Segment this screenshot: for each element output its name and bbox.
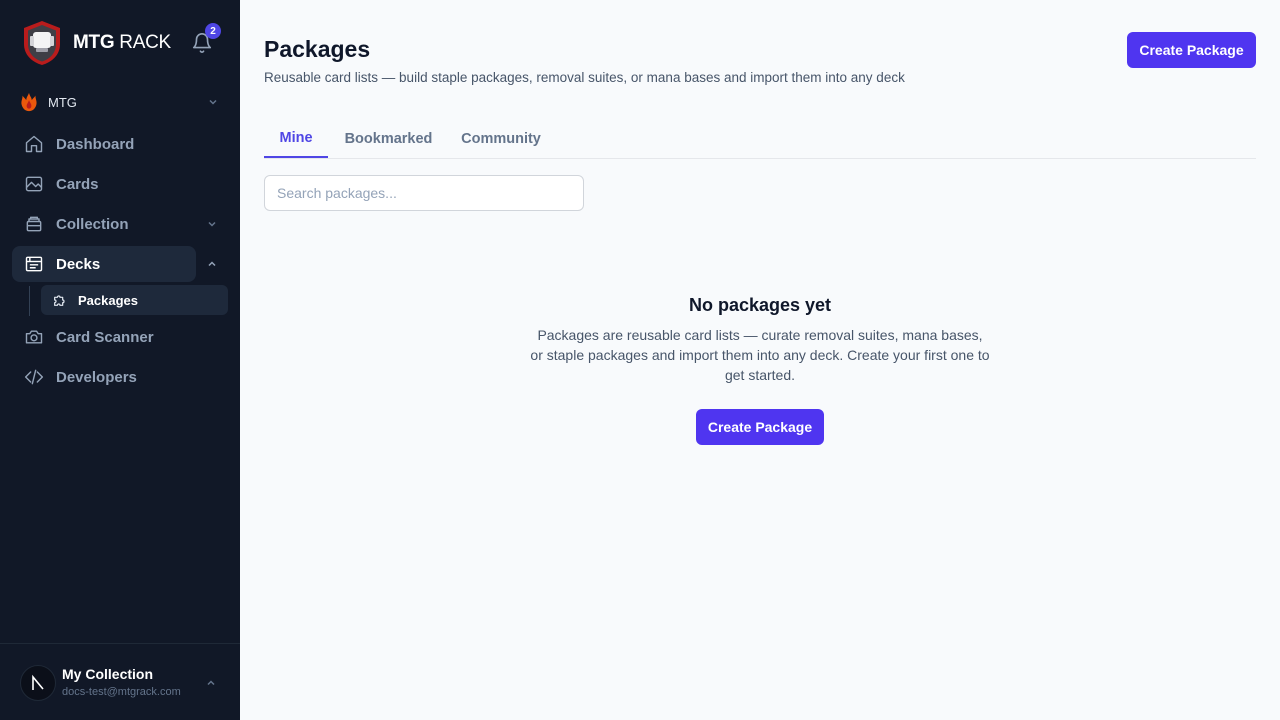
deck-icon [25, 256, 43, 272]
game-label: MTG [48, 94, 77, 110]
tab-community[interactable]: Community [460, 120, 542, 158]
page-title: Packages [264, 36, 371, 62]
page-subtitle: Reusable card lists — build staple packa… [264, 70, 905, 85]
user-section[interactable]: My Collection docs-test@mtgrack.com [0, 643, 240, 720]
sidebar-item-label: Decks [56, 255, 101, 273]
camera-icon [25, 330, 43, 344]
tabs: Mine Bookmarked Community [264, 120, 1256, 159]
sidebar-item-label: Dashboard [56, 135, 135, 153]
sidebar-item-label: Cards [56, 175, 99, 193]
avatar-glyph-icon [32, 674, 44, 690]
chevron-down-icon[interactable] [207, 219, 217, 229]
empty-state-description: Packages are reusable card lists — curat… [530, 327, 990, 383]
search-input[interactable] [264, 175, 584, 211]
sidebar-item-developers[interactable]: Developers [12, 359, 196, 395]
subnav-guide-line [29, 286, 30, 316]
user-name: My Collection [62, 666, 154, 682]
empty-create-package-button[interactable]: Create Package [696, 409, 824, 445]
sidebar-item-label: Developers [56, 368, 137, 386]
sidebar-item-cards[interactable]: Cards [12, 166, 196, 202]
chevron-up-icon[interactable] [207, 259, 217, 269]
sidebar: MTG RACK 2 MTG Dashboard Cards Collectio… [0, 0, 240, 720]
brand-name: MTG RACK [73, 32, 171, 53]
puzzle-icon [54, 295, 65, 306]
home-icon [25, 135, 43, 153]
tab-bookmarked[interactable]: Bookmarked [344, 120, 433, 158]
mtg-flame-icon [21, 92, 37, 112]
tab-mine[interactable]: Mine [264, 120, 328, 158]
image-icon [25, 176, 43, 192]
sidebar-item-card-scanner[interactable]: Card Scanner [12, 319, 196, 355]
sidebar-item-dashboard[interactable]: Dashboard [12, 126, 196, 162]
brand[interactable]: MTG RACK [22, 20, 171, 66]
empty-state-title: No packages yet [688, 295, 832, 315]
avatar[interactable] [20, 665, 56, 701]
create-package-button[interactable]: Create Package [1127, 32, 1256, 68]
chevron-down-icon [209, 99, 217, 105]
user-email: docs-test@mtgrack.com [62, 686, 181, 698]
sidebar-item-label: Card Scanner [56, 328, 154, 346]
chevron-up-icon[interactable] [206, 678, 216, 688]
sidebar-item-label: Collection [56, 215, 129, 233]
notification-badge: 2 [205, 23, 221, 39]
sidebar-item-decks[interactable]: Decks [12, 246, 196, 282]
sidebar-item-packages[interactable]: Packages [41, 285, 228, 315]
sidebar-item-label: Packages [78, 292, 138, 308]
game-selector[interactable]: MTG [18, 90, 224, 114]
sidebar-item-collection[interactable]: Collection [12, 206, 196, 242]
box-icon [26, 216, 42, 232]
mtgrack-logo-icon [24, 21, 60, 65]
code-icon [24, 369, 44, 385]
